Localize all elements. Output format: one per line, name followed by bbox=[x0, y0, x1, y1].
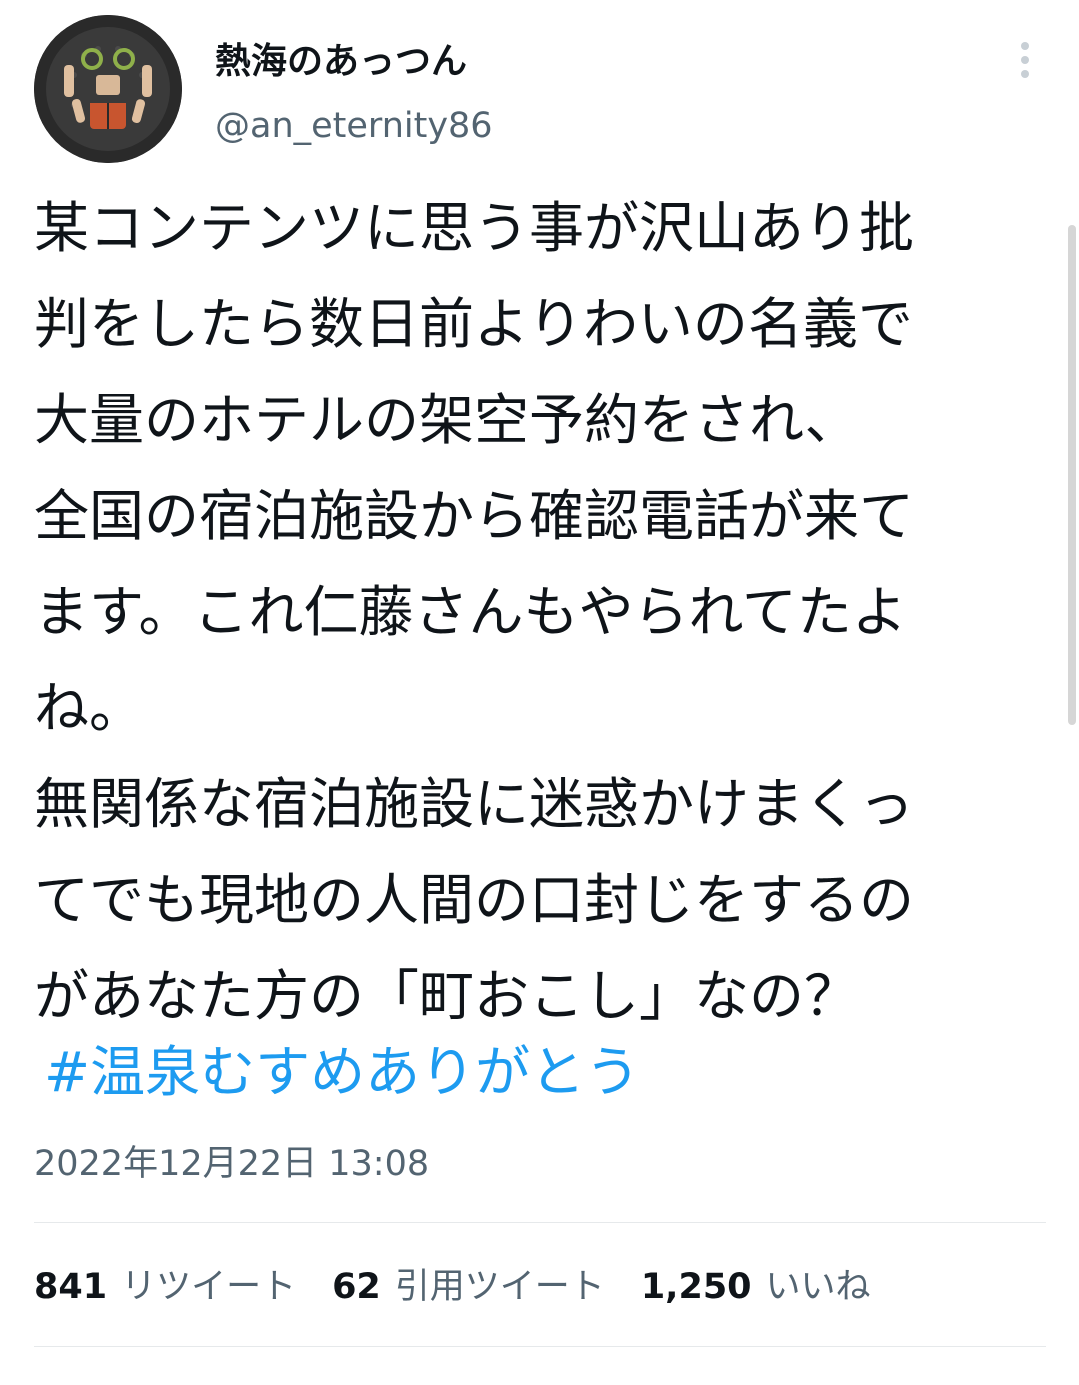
quotes-count: 62 bbox=[332, 1267, 381, 1307]
tweet-line: ね。 bbox=[34, 676, 145, 740]
tweet-line: てでも現地の人間の口封じをするの bbox=[34, 868, 915, 932]
quotes-stat[interactable]: 62 引用ツイート bbox=[332, 1262, 605, 1312]
tweet-line: 某コンテンツに思う事が沢山あり批 bbox=[34, 196, 915, 260]
display-name[interactable]: 熱海のあっつん bbox=[215, 36, 467, 88]
retweets-label: リツイート bbox=[121, 1267, 297, 1307]
scrollbar[interactable] bbox=[1068, 225, 1076, 725]
hashtag-link[interactable]: #温泉むすめありがとう bbox=[44, 1030, 640, 1114]
likes-label: いいね bbox=[765, 1267, 871, 1307]
tweet-line: 大量のホテルの架空予約をされ、 bbox=[34, 388, 860, 452]
tweet-line: 全国の宿泊施設から確認電話が来て bbox=[34, 484, 915, 548]
divider bbox=[34, 1222, 1046, 1223]
tweet-line: ます。これ仁藤さんもやられてたよ bbox=[34, 580, 907, 644]
more-dot bbox=[1021, 56, 1029, 64]
more-dot bbox=[1021, 42, 1029, 50]
avatar-image bbox=[34, 15, 182, 163]
likes-stat[interactable]: 1,250 いいね bbox=[641, 1262, 871, 1312]
quotes-label: 引用ツイート bbox=[394, 1267, 605, 1307]
retweets-stat[interactable]: 841 リツイート bbox=[34, 1262, 296, 1312]
tweet-line: 判をしたら数日前よりわいの名義で bbox=[34, 292, 913, 356]
avatar[interactable] bbox=[34, 15, 182, 163]
tweet-text: 某コンテンツに思う事が沢山あり批 判をしたら数日前よりわいの名義で 大量のホテル… bbox=[34, 180, 1034, 1044]
tweet-line: 無関係な宿泊施設に迷惑かけまくっ bbox=[34, 772, 915, 836]
more-dot bbox=[1021, 70, 1029, 78]
divider bbox=[34, 1346, 1046, 1347]
likes-count: 1,250 bbox=[640, 1267, 752, 1307]
engagement-stats: 841 リツイート 62 引用ツイート 1,250 いいね bbox=[34, 1262, 907, 1312]
retweets-count: 841 bbox=[34, 1267, 108, 1307]
tweet-timestamp[interactable]: 2022年12月22日 13:08 bbox=[34, 1140, 429, 1188]
user-handle[interactable]: @an_eternity86 bbox=[215, 102, 493, 150]
more-vertical-icon[interactable] bbox=[1005, 38, 1045, 82]
